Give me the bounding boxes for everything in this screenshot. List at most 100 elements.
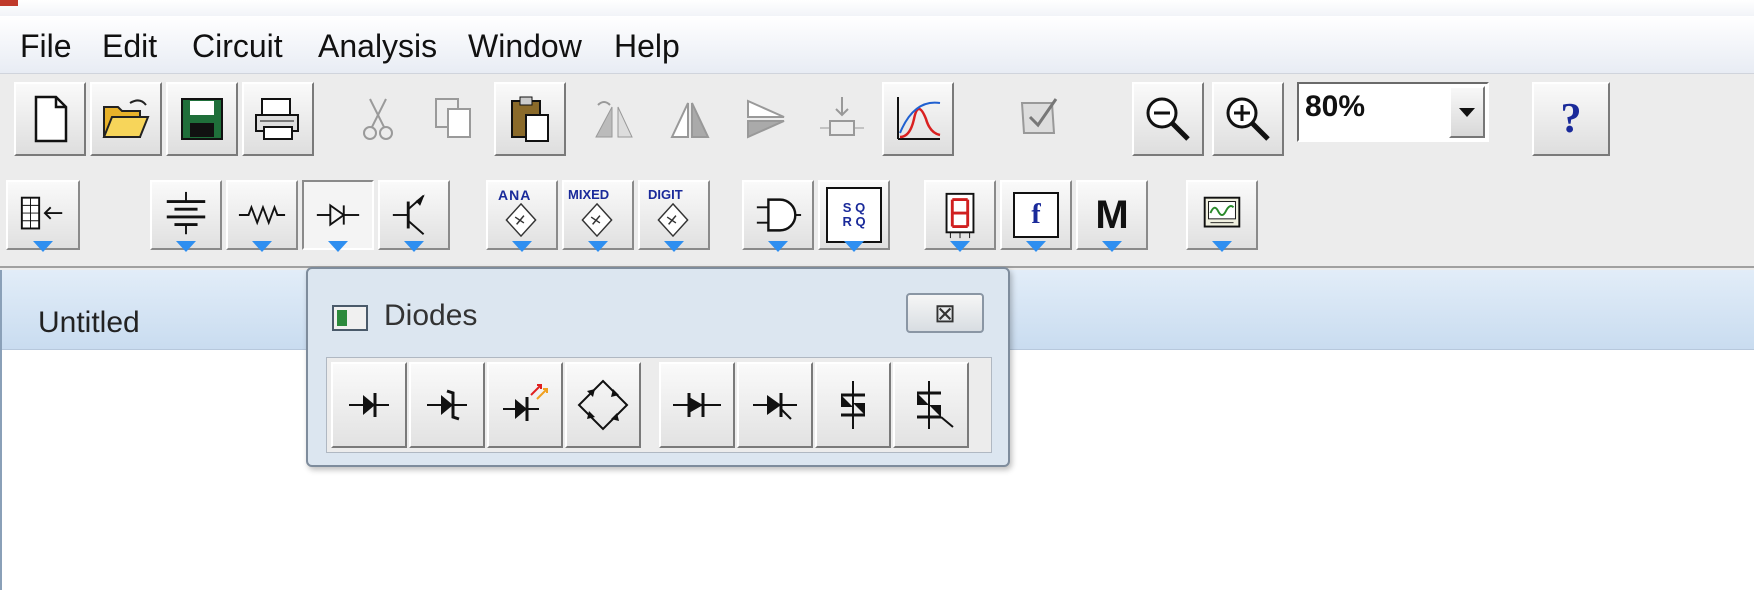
full-wave-bridge-button[interactable] (565, 362, 641, 448)
analysis-tool-button[interactable] (1002, 82, 1074, 156)
digital-button[interactable]: S Q R Q (818, 180, 890, 252)
flip-vertical-button[interactable] (730, 82, 802, 156)
sources-dropdown-arrow (176, 241, 196, 252)
digital-dropdown-arrow (844, 241, 864, 252)
app-window: File Edit Circuit Analysis Window Help 8… (0, 0, 1754, 590)
menu-edit[interactable]: Edit (96, 28, 163, 65)
open-folder-icon (102, 99, 150, 138)
logic-gates-dropdown-arrow (768, 241, 788, 252)
zoom-out-icon (1146, 97, 1190, 141)
m-label: M (1095, 192, 1129, 237)
scissors-icon (363, 98, 393, 140)
diodes-button[interactable] (302, 180, 374, 252)
zoom-select[interactable]: 80% (1297, 82, 1489, 142)
triac-button[interactable] (893, 362, 969, 448)
sr-label: S Q R Q (842, 200, 866, 229)
open-button[interactable] (90, 82, 162, 156)
copy-button[interactable] (418, 82, 490, 156)
function-icon: f (1013, 192, 1059, 238)
digital-ics-icon: DIGIT (646, 187, 702, 243)
zoom-out-button[interactable] (1132, 82, 1204, 156)
miscellaneous-dropdown-arrow (1102, 241, 1122, 252)
resistor-icon (238, 204, 286, 226)
led-icon (503, 384, 548, 421)
standard-toolbar: 80% ? (0, 74, 1754, 168)
seven-segment-icon (945, 192, 975, 239)
controls-button[interactable]: f (1000, 180, 1072, 252)
mixed-ics-button[interactable]: MIXED (562, 180, 634, 252)
help-label: ? (1560, 96, 1582, 142)
and-gate-icon (756, 198, 802, 232)
zoom-dropdown-button[interactable] (1449, 86, 1485, 138)
indicators-dropdown-arrow (950, 241, 970, 252)
diodes-popup: Diodes ⊠ (306, 267, 1010, 467)
scr-button[interactable] (737, 362, 813, 448)
graphs-button[interactable] (882, 82, 954, 156)
menu-help[interactable]: Help (608, 28, 686, 65)
cut-button[interactable] (342, 82, 414, 156)
digit-label: DIGIT (648, 187, 683, 202)
flip-horizontal-button[interactable] (654, 82, 726, 156)
zoom-in-icon (1226, 97, 1270, 141)
diode-icon (316, 203, 360, 227)
copy-icon (435, 98, 471, 138)
sources-button[interactable] (150, 180, 222, 252)
diode-part-button[interactable] (331, 362, 407, 448)
mixed-ics-icon: MIXED (568, 187, 628, 243)
instruments-dropdown-arrow (1212, 241, 1232, 252)
parts-bin-toolbar: ANA MIXED DIGIT S Q R Q f M (0, 168, 1754, 268)
flip-flop-icon: S Q R Q (826, 187, 882, 243)
graph-icon (897, 97, 941, 140)
app-icon-fragment (0, 0, 18, 6)
flip-vertical-icon (747, 99, 785, 139)
favorites-button[interactable] (6, 180, 80, 252)
diac-button[interactable] (815, 362, 891, 448)
led-button[interactable] (487, 362, 563, 448)
print-button[interactable] (242, 82, 314, 156)
analog-ics-button[interactable]: ANA (486, 180, 558, 252)
mixed-label: MIXED (568, 187, 610, 202)
zoom-in-button[interactable] (1212, 82, 1284, 156)
scr-icon (753, 393, 797, 420)
save-button[interactable] (166, 82, 238, 156)
flip-horizontal-icon (670, 102, 710, 138)
menu-analysis[interactable]: Analysis (312, 28, 443, 65)
rotate-button[interactable] (578, 82, 650, 156)
logic-gates-button[interactable] (742, 180, 814, 252)
schottky-diode-button[interactable] (659, 362, 735, 448)
transistors-button[interactable] (378, 180, 450, 252)
menu-file[interactable]: File (14, 28, 78, 65)
printer-icon (255, 98, 299, 140)
diodes-parts-row (326, 357, 992, 453)
component-properties-button[interactable] (806, 82, 878, 156)
wand-icon (1020, 98, 1058, 134)
new-button[interactable] (14, 82, 86, 156)
menu-circuit[interactable]: Circuit (186, 28, 289, 65)
transistor-icon (392, 194, 425, 235)
menu-bar: File Edit Circuit Analysis Window Help (0, 16, 1754, 74)
digital-ics-button[interactable]: DIGIT (638, 180, 710, 252)
rotate-icon (595, 101, 633, 138)
clipboard-icon (511, 96, 549, 142)
favorites-dropdown-arrow (33, 241, 53, 252)
zener-diode-button[interactable] (409, 362, 485, 448)
diac-icon (841, 381, 865, 429)
indicators-button[interactable] (924, 180, 996, 252)
window-icon (332, 305, 368, 331)
close-button[interactable]: ⊠ (906, 293, 984, 333)
diodes-dropdown-arrow (328, 241, 348, 252)
controls-dropdown-arrow (1026, 241, 1046, 252)
diode-icon (349, 393, 389, 417)
floppy-disk-icon (181, 98, 223, 140)
transistors-dropdown-arrow (404, 241, 424, 252)
help-button[interactable]: ? (1532, 82, 1610, 156)
paste-button[interactable] (494, 82, 566, 156)
basic-button[interactable] (226, 180, 298, 252)
table-arrow-icon (20, 196, 63, 230)
instruments-button[interactable] (1186, 180, 1258, 252)
zoom-value: 80% (1305, 90, 1366, 123)
analog-ics-icon: ANA (494, 187, 550, 243)
menu-window[interactable]: Window (462, 28, 588, 65)
miscellaneous-button[interactable]: M (1076, 180, 1148, 252)
battery-source-icon (166, 191, 206, 235)
